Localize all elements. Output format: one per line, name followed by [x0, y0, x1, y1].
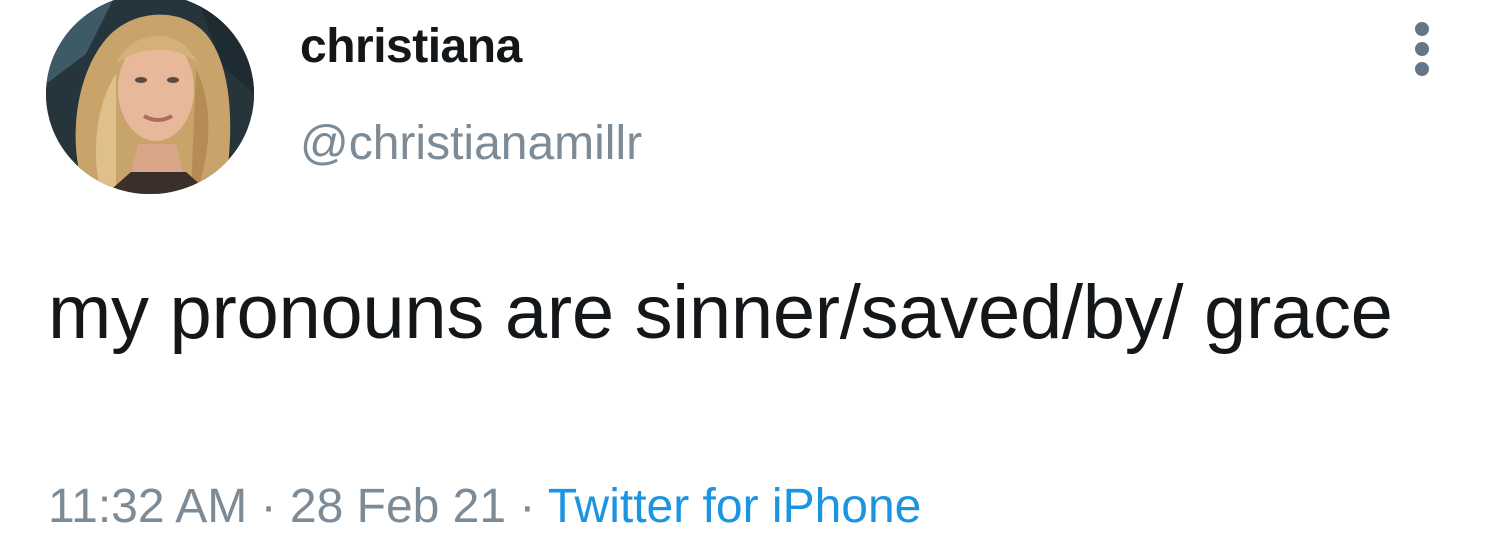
tweet: christiana @christianamillr my pronouns …: [0, 0, 1500, 533]
tweet-text: my pronouns are sinner/saved/by/ grace: [48, 270, 1393, 355]
more-dot: [1415, 62, 1429, 76]
user-handle[interactable]: @christianamillr: [300, 115, 642, 173]
tweet-source-link[interactable]: Twitter for iPhone: [548, 480, 922, 533]
tweet-timestamp[interactable]: 11:32 AM · 28 Feb 21 ·: [48, 480, 535, 533]
more-vertical-icon[interactable]: [1402, 18, 1442, 78]
avatar-image: [46, 0, 254, 194]
display-name[interactable]: christiana: [300, 18, 522, 76]
more-dot: [1415, 22, 1429, 36]
tweet-metadata: 11:32 AM · 28 Feb 21 · Twitter for iPhon…: [48, 478, 921, 536]
avatar[interactable]: [46, 0, 254, 194]
more-dot: [1415, 42, 1429, 56]
